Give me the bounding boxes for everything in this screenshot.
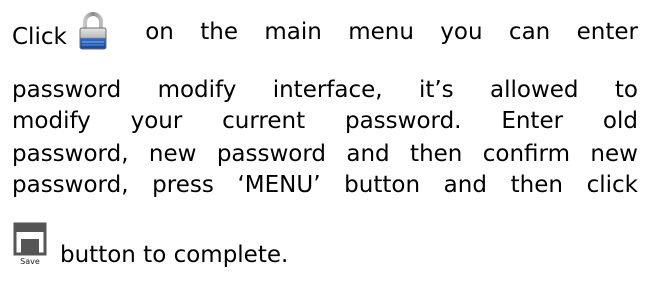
word: then [510,172,563,198]
text-line-1: Click on the main menu you can enter [12,12,638,57]
word: modify [157,77,237,103]
save-icon: Save [13,222,47,266]
word: old [602,108,638,134]
word: confirm [482,141,570,167]
word: can [508,19,551,45]
word: menu [348,19,414,45]
word: to [614,77,638,103]
text-line-3: modify your current password. Enter old [12,106,638,136]
word: click [586,172,638,198]
text-line-2: password modify interface, it’s allowed … [12,75,638,105]
word: then [410,141,463,167]
word: and [443,172,487,198]
word: and [346,141,390,167]
word: interface, [272,77,383,103]
word: password [216,141,327,167]
lock-icon [79,12,107,50]
line1-prefix: Click [12,24,67,50]
text-line-6: Save button to complete. [12,222,289,270]
word: the [200,19,238,45]
word: password [12,77,122,103]
word: press [152,172,214,198]
word: password. [344,108,462,134]
word: enter [576,19,638,45]
word: password, [12,172,129,198]
text-line-4: password, new password and then confirm … [12,139,638,169]
save-icon-caption: Save [20,257,40,266]
word: allowed [490,77,579,103]
word: modify [12,108,91,134]
word: on [145,19,174,45]
word: your [130,108,183,134]
word: ‘MENU’ [237,172,321,198]
word: button [344,172,421,198]
word: password, [12,141,129,167]
word: main [264,19,322,45]
text-line-5: password, press ‘MENU’ button and then c… [12,170,638,200]
word: you [440,19,483,45]
word: new [590,141,638,167]
line6-text: button to complete. [60,242,289,268]
word: new [148,141,197,167]
word: Enter [501,108,564,134]
word: it’s [418,77,454,103]
word: current [222,108,306,134]
